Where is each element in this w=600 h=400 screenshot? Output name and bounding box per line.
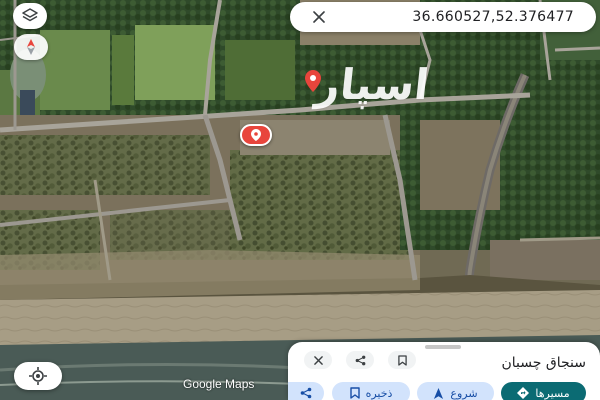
map-watermark: اسپار — [313, 60, 432, 109]
pin-icon — [251, 129, 261, 141]
save-label: ذخیره — [365, 386, 393, 400]
close-icon — [313, 355, 323, 365]
directions-button[interactable]: مسیرها — [501, 382, 586, 400]
my-location-button[interactable] — [14, 362, 62, 390]
compass-button[interactable] — [14, 34, 48, 60]
satellite-map[interactable] — [0, 0, 600, 400]
map-attribution: Google Maps — [183, 377, 255, 391]
my-location-icon — [29, 367, 47, 385]
sheet-share-button[interactable] — [346, 351, 374, 369]
bookmark-icon — [397, 354, 407, 366]
start-button[interactable]: شروع — [417, 382, 494, 400]
share-icon — [355, 355, 365, 365]
place-sheet[interactable]: سنجاق چسبان مسیرها شروع ذخیره — [288, 342, 600, 400]
share-button[interactable] — [288, 382, 324, 400]
bookmark-icon — [349, 387, 360, 399]
sheet-drag-handle[interactable] — [425, 345, 461, 349]
share-icon — [300, 387, 312, 399]
navigation-icon — [434, 387, 444, 399]
directions-label: مسیرها — [535, 386, 570, 400]
layers-icon — [22, 8, 38, 22]
clear-search-button[interactable] — [304, 2, 334, 32]
save-button[interactable]: ذخیره — [332, 382, 410, 400]
red-pin-icon[interactable] — [305, 70, 321, 92]
action-chips: مسیرها شروع ذخیره — [288, 382, 600, 400]
search-bar[interactable]: 36.660527,52.376477 — [290, 2, 596, 32]
place-title: سنجاق چسبان — [501, 355, 587, 371]
search-query[interactable]: 36.660527,52.376477 — [334, 9, 596, 25]
start-label: شروع — [450, 386, 478, 400]
close-icon — [313, 11, 325, 23]
layers-button[interactable] — [13, 3, 47, 29]
directions-icon — [517, 387, 530, 399]
sheet-close-button[interactable] — [304, 351, 332, 369]
compass-icon — [27, 39, 35, 55]
dropped-pin-marker[interactable] — [240, 124, 272, 146]
sheet-save-button[interactable] — [388, 351, 416, 369]
